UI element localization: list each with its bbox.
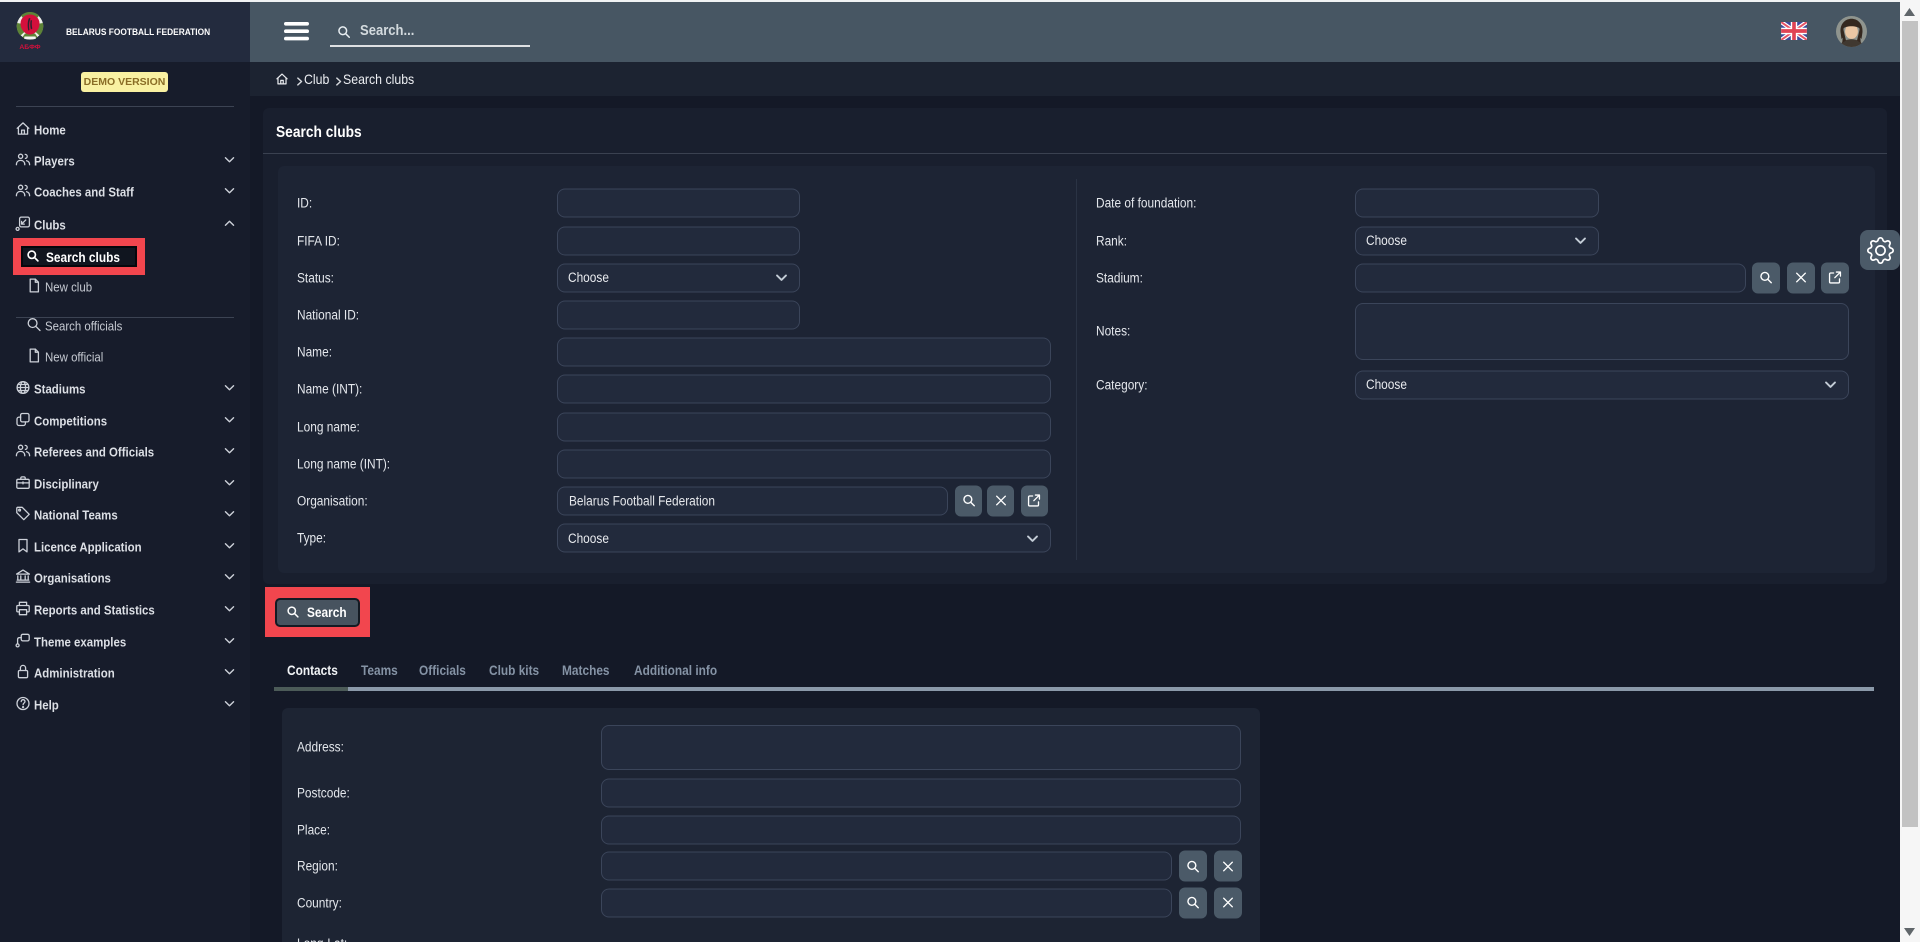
svg-text:АБФФ: АБФФ	[19, 44, 40, 50]
